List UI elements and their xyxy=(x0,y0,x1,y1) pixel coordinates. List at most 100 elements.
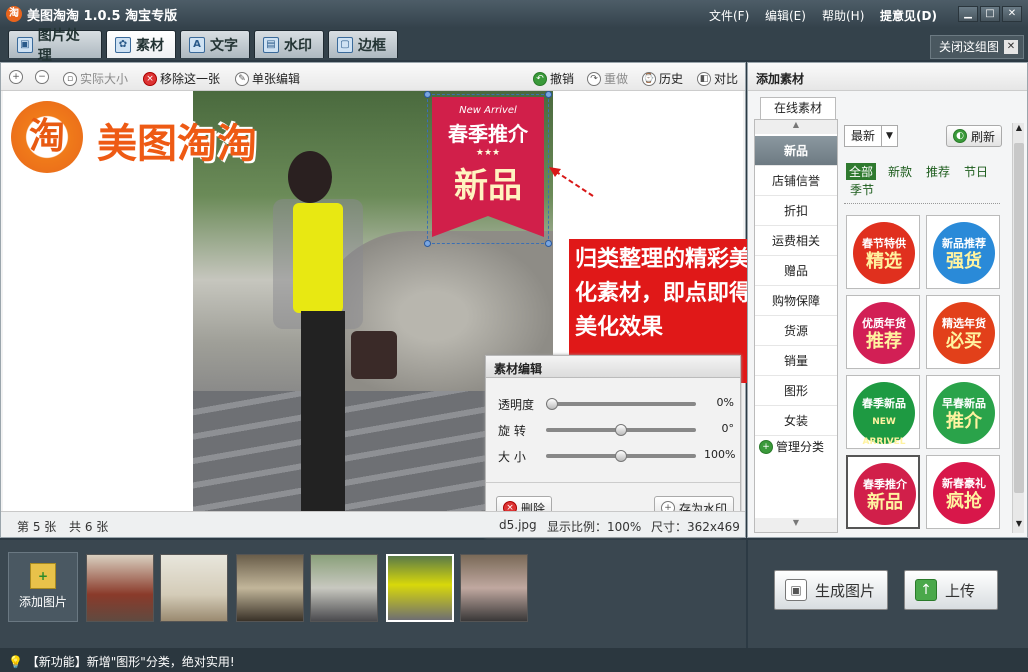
close-icon[interactable]: ✕ xyxy=(1002,6,1022,22)
material-thumb[interactable]: 新品推荐 强货 xyxy=(926,215,1000,289)
undo-button[interactable]: ↶ 撤销 xyxy=(533,70,574,87)
selected-sticker[interactable]: New Arrivel 春季推介 ★★★ 新品 xyxy=(424,91,552,247)
tab-text[interactable]: A 文字 xyxy=(180,30,250,58)
tab-image-process[interactable]: ▣ 图片处理 xyxy=(8,28,102,64)
film-thumb-5[interactable] xyxy=(386,554,454,622)
material-thumb[interactable]: 春季新品 NEW ARRIVEL xyxy=(846,375,920,449)
zoom-in-button[interactable]: + xyxy=(9,70,23,84)
resize-handle[interactable] xyxy=(424,240,431,247)
material-thumb[interactable]: 早春新品 推介 xyxy=(926,375,1000,449)
film-thumb-2[interactable] xyxy=(160,554,228,622)
category-item[interactable]: 店铺信誉 xyxy=(755,166,837,196)
filter-all[interactable]: 全部 xyxy=(846,163,877,180)
material-thumb[interactable]: 春季推介 新品 xyxy=(846,455,920,529)
scroll-down-icon[interactable]: ▼ xyxy=(1014,519,1024,533)
material-thumb[interactable]: 新春豪礼 疯抢 xyxy=(926,455,1000,529)
title-bar: 淘 美图淘淘 1.0.5 淘宝专版 文件(F) 编辑(E) 帮助(H) 提意见(… xyxy=(0,0,1028,28)
photo-icon: ▣ xyxy=(17,36,33,53)
filter-new[interactable]: 新款 xyxy=(888,163,912,180)
menu-file[interactable]: 文件(F) xyxy=(709,7,749,24)
filter-festival[interactable]: 节日 xyxy=(964,163,988,180)
category-item[interactable]: 女装 xyxy=(755,406,837,436)
upload-button[interactable]: ↑ 上传 xyxy=(904,570,998,610)
film-thumb-6[interactable] xyxy=(460,554,528,622)
single-edit-button[interactable]: ✎ 单张编辑 xyxy=(235,70,300,87)
category-item[interactable]: 折扣 xyxy=(755,196,837,226)
menu-help[interactable]: 帮助(H) xyxy=(822,7,864,24)
manage-categories-button[interactable]: + 管理分类 xyxy=(759,438,824,455)
edit-icon: ✎ xyxy=(235,71,249,86)
scroll-down-icon[interactable]: ▼ xyxy=(755,518,837,532)
sort-select[interactable]: 最新 ▼ xyxy=(844,125,898,147)
status-message: 【新功能】新增"图形"分类，绝对实用! xyxy=(26,655,235,669)
image-canvas[interactable]: 淘 美图淘淘 New Arrivel 春季推介 ★★★ 新品 归类整理的精彩美化… xyxy=(3,91,783,537)
single-edit-label: 单张编辑 xyxy=(252,72,301,86)
remove-one-button[interactable]: × 移除这一张 xyxy=(143,70,220,87)
add-image-label: 添加图片 xyxy=(18,595,67,609)
scroll-thumb[interactable] xyxy=(1014,143,1024,493)
slider-knob[interactable] xyxy=(615,450,627,462)
material-thumb[interactable]: 精选年货 必买 xyxy=(926,295,1000,369)
category-item[interactable]: 运费相关 xyxy=(755,226,837,256)
filter-recommend[interactable]: 推荐 xyxy=(926,163,950,180)
category-item[interactable]: 货源 xyxy=(755,316,837,346)
history-button[interactable]: ⌚ 历史 xyxy=(642,70,683,87)
maximize-icon[interactable]: □ xyxy=(980,6,1000,22)
status-bar: 💡 【新功能】新增"图形"分类，绝对实用! xyxy=(0,648,1028,672)
rotate-value: 0° xyxy=(721,422,735,435)
zoom-ratio: 显示比例：100% xyxy=(547,520,642,534)
tab-frame[interactable]: ▢ 边框 xyxy=(328,30,398,58)
rotate-slider[interactable] xyxy=(546,424,696,436)
tab-material[interactable]: ✿ 素材 xyxy=(106,30,176,58)
category-item[interactable]: 赠品 xyxy=(755,256,837,286)
film-thumb-1[interactable] xyxy=(86,554,154,622)
material-scrollbar[interactable]: ▲ ▼ xyxy=(1012,123,1024,533)
category-item[interactable]: 购物保障 xyxy=(755,286,837,316)
material-thumb[interactable]: 优质年货 推荐 xyxy=(846,295,920,369)
redo-button[interactable]: ↷ 重做 xyxy=(587,70,628,87)
material-badge: 新春豪礼 疯抢 xyxy=(933,462,995,524)
tab-online-material[interactable]: 在线素材 xyxy=(760,97,836,119)
badge-line2: NEW ARRIVEL xyxy=(862,417,906,447)
tab-label: 图片处理 xyxy=(37,27,80,64)
zoom-out-button[interactable]: − xyxy=(35,70,49,84)
badge-line2: 推介 xyxy=(946,411,982,432)
compare-button[interactable]: ◧ 对比 xyxy=(697,70,738,87)
resize-handle[interactable] xyxy=(424,91,431,98)
tab-watermark[interactable]: ▤ 水印 xyxy=(254,30,324,58)
generate-image-button[interactable]: ▣ 生成图片 xyxy=(774,570,888,610)
window-title: 美图淘淘 1.0.5 淘宝专版 xyxy=(27,9,178,24)
resize-handle[interactable] xyxy=(545,91,552,98)
actual-size-button[interactable]: ▫ 实际大小 xyxy=(63,70,128,87)
category-item[interactable]: 图形 xyxy=(755,376,837,406)
logo-text: 美图淘淘 xyxy=(97,121,257,167)
category-item[interactable]: 新品 xyxy=(755,136,837,166)
filter-season[interactable]: 季节 xyxy=(850,181,874,198)
lightbulb-icon: 💡 xyxy=(8,655,23,669)
close-group-button[interactable]: 关闭这组图 ✕ xyxy=(930,35,1024,59)
editor-toolbar: + − ▫ 实际大小 × 移除这一张 ✎ 单张编辑 ↶ 撤销 ↷ 重做 ⌚ 历史 ◧ 对比 xyxy=(1,63,745,91)
opacity-slider[interactable] xyxy=(546,398,696,410)
material-badge: 早春新品 推介 xyxy=(933,382,995,444)
refresh-button[interactable]: ◐ 刷新 xyxy=(946,125,1003,147)
compare-label: 对比 xyxy=(714,72,739,86)
menu-feedback[interactable]: 提意见(D) xyxy=(880,7,937,24)
size-slider[interactable] xyxy=(546,450,696,462)
badge-line1: 早春新品 xyxy=(942,397,986,410)
actual-size-label: 实际大小 xyxy=(80,72,129,86)
scroll-up-icon[interactable]: ▲ xyxy=(1014,123,1024,137)
film-thumb-4[interactable] xyxy=(310,554,378,622)
category-item[interactable]: 销量 xyxy=(755,346,837,376)
add-image-button[interactable]: + 添加图片 xyxy=(8,552,78,622)
logo-circle: 淘 xyxy=(11,101,83,173)
material-badge: 优质年货 推荐 xyxy=(853,302,915,364)
add-icon: + xyxy=(759,439,773,454)
slider-knob[interactable] xyxy=(546,398,558,410)
scroll-up-icon[interactable]: ▲ xyxy=(755,120,837,134)
material-thumb[interactable]: 春节特供 精选 xyxy=(846,215,920,289)
film-thumb-3[interactable] xyxy=(236,554,304,622)
menu-edit[interactable]: 编辑(E) xyxy=(765,7,806,24)
minimize-icon[interactable]: ▁ xyxy=(958,6,978,22)
file-name: d5.jpg xyxy=(499,518,537,532)
slider-knob[interactable] xyxy=(615,424,627,436)
